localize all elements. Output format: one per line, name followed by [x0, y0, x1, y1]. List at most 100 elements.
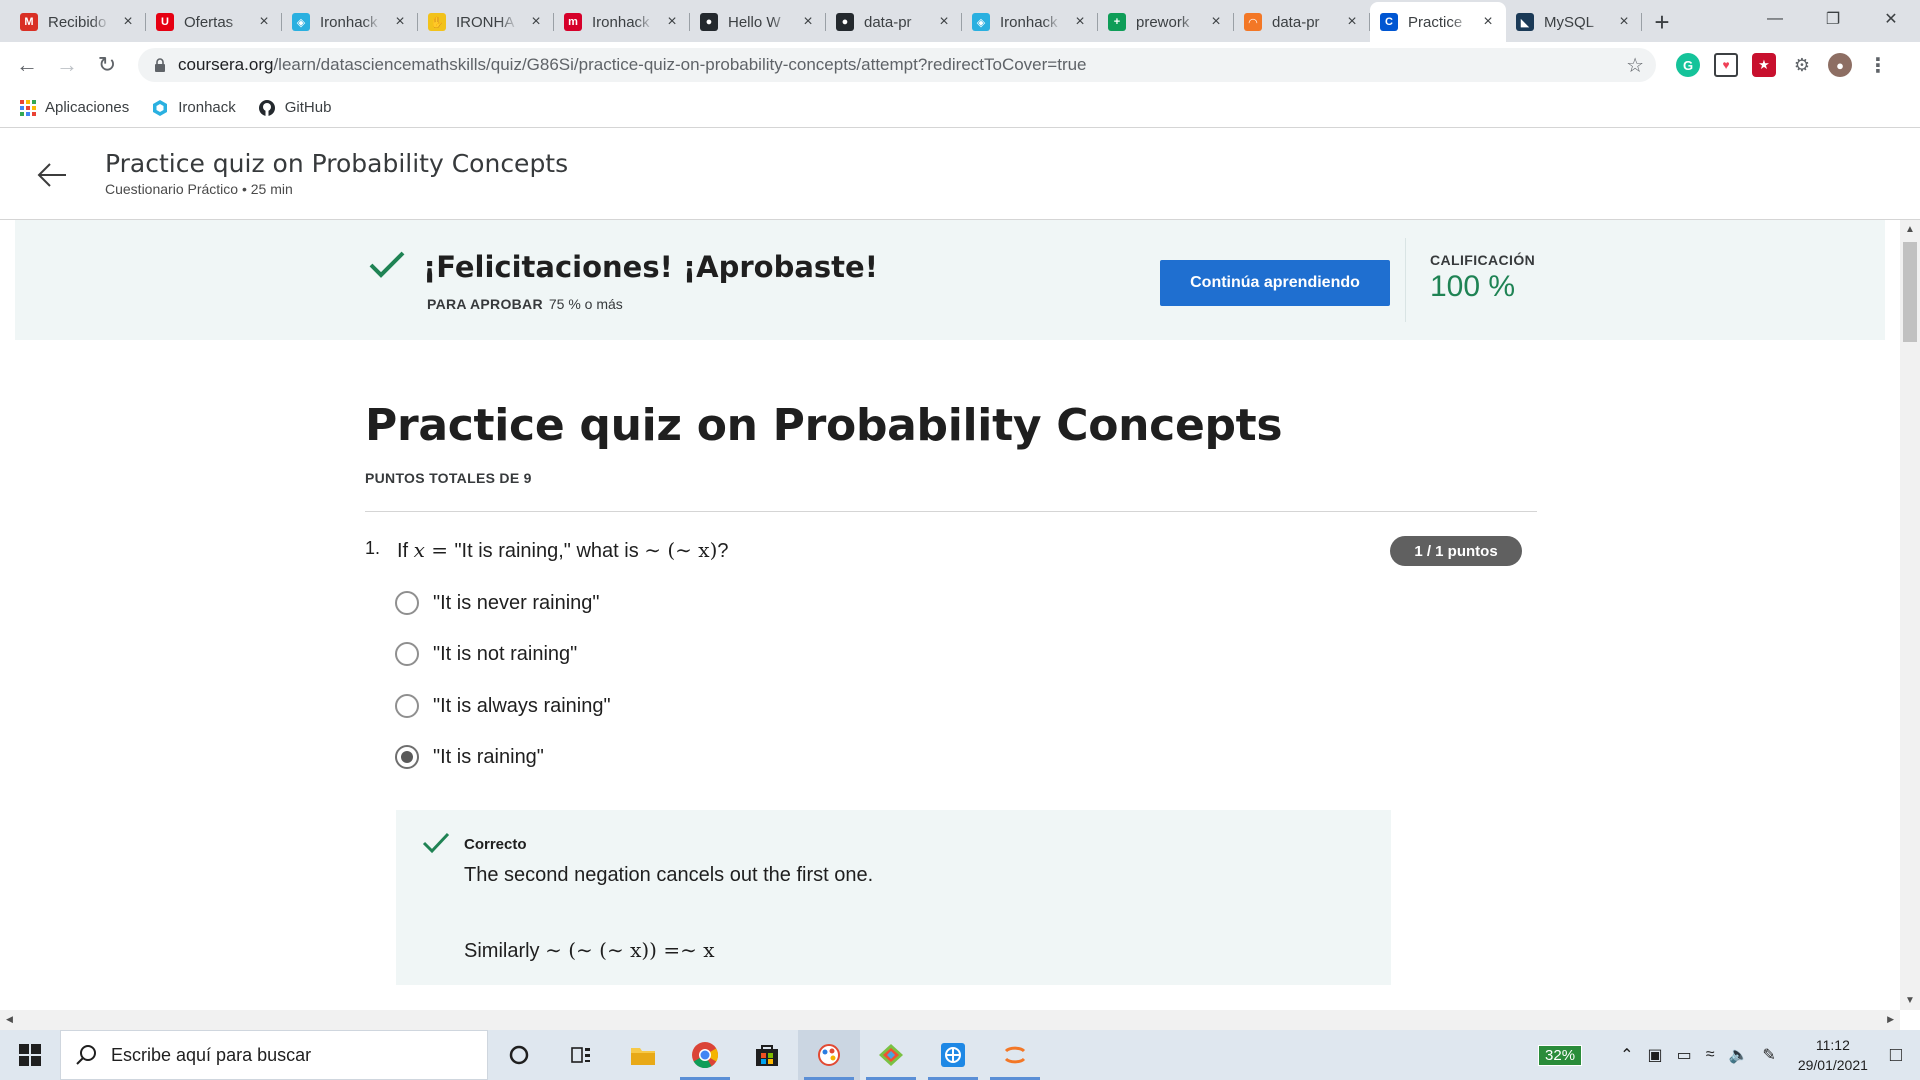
- answer-option[interactable]: "It is not raining": [395, 642, 577, 666]
- address-bar[interactable]: coursera.org/learn/datasciencemathskills…: [138, 48, 1656, 82]
- browser-tab[interactable]: ◣ MySQL ×: [1506, 2, 1642, 42]
- paint-app-icon[interactable]: [798, 1030, 860, 1080]
- close-tab-icon[interactable]: ×: [256, 13, 272, 30]
- close-tab-icon[interactable]: ×: [1344, 13, 1360, 30]
- shield-extension-icon[interactable]: ★: [1752, 53, 1776, 77]
- tab-label: Practice: [1408, 13, 1463, 31]
- close-tab-icon[interactable]: ×: [1480, 13, 1496, 30]
- file-explorer-icon[interactable]: [612, 1030, 674, 1080]
- minimize-icon[interactable]: —: [1746, 0, 1804, 38]
- scroll-up-icon[interactable]: ▲: [1905, 224, 1915, 235]
- browser-tab-strip: M Recibido × U Ofertas × ◈ Ironhack × ✋ IRONHA × m Ir…: [0, 0, 1920, 42]
- pocket-icon[interactable]: ♥: [1714, 53, 1738, 77]
- browser-tab[interactable]: ✋ IRONHA ×: [418, 2, 554, 42]
- hand-icon: ✋: [428, 13, 446, 31]
- answer-option[interactable]: "It is never raining": [395, 591, 600, 615]
- forward-arrow-icon[interactable]: →: [50, 48, 84, 82]
- scroll-right-icon[interactable]: ▶: [1887, 1014, 1894, 1025]
- new-tab-button[interactable]: +: [1642, 2, 1682, 42]
- windows-start-icon[interactable]: [0, 1030, 60, 1080]
- tab-label: data-pr: [864, 13, 912, 31]
- puzzle-icon[interactable]: ⚙: [1790, 53, 1814, 77]
- browser-tab[interactable]: + prework ×: [1098, 2, 1234, 42]
- radio-button[interactable]: [395, 591, 419, 615]
- tab-label: Recibido: [48, 13, 107, 31]
- chevron-up-icon[interactable]: ⌃: [1620, 1045, 1633, 1065]
- volume-icon[interactable]: 🔈: [1729, 1045, 1749, 1065]
- feedback-panel: Correcto The second negation cancels out…: [396, 810, 1391, 985]
- browser-tab[interactable]: ● data-pr ×: [826, 2, 962, 42]
- bookmark-apps[interactable]: Aplicaciones: [20, 99, 129, 116]
- close-tab-icon[interactable]: ×: [1072, 13, 1088, 30]
- store-icon[interactable]: [736, 1030, 798, 1080]
- close-tab-icon[interactable]: ×: [1208, 13, 1224, 30]
- answer-option-selected[interactable]: "It is raining": [395, 745, 544, 769]
- browser-tab[interactable]: ◈ Ironhack ×: [962, 2, 1098, 42]
- avatar[interactable]: ●: [1828, 53, 1852, 77]
- main-content: ¡Felicitaciones! ¡Aprobaste! PARA APROBA…: [0, 220, 1900, 1010]
- pass-requirement: PARA APROBAR 75 % o más: [427, 296, 623, 312]
- scroll-left-icon[interactable]: ◀: [6, 1014, 13, 1025]
- clock-time: 11:12: [1815, 1037, 1850, 1053]
- close-tab-icon[interactable]: ×: [1616, 13, 1632, 30]
- back-arrow-icon[interactable]: [36, 159, 68, 191]
- notifications-icon[interactable]: □: [1890, 1044, 1902, 1067]
- pen-icon[interactable]: ✎: [1762, 1045, 1775, 1065]
- back-arrow-icon[interactable]: ←: [10, 48, 44, 82]
- uniqlo-icon: U: [156, 13, 174, 31]
- bookmark-github[interactable]: GitHub: [258, 99, 331, 117]
- result-banner: ¡Felicitaciones! ¡Aprobaste! PARA APROBA…: [15, 220, 1885, 340]
- total-points: PUNTOS TOTALES DE 9: [365, 470, 532, 486]
- battery-indicator[interactable]: 32%: [1538, 1044, 1583, 1066]
- cortana-icon[interactable]: [488, 1030, 550, 1080]
- close-tab-icon[interactable]: ×: [120, 13, 136, 30]
- tab-label: prework: [1136, 13, 1190, 31]
- taskbar-search-input[interactable]: Escribe aquí para buscar: [60, 1030, 488, 1080]
- menu-dots-icon[interactable]: ⋮: [1866, 53, 1890, 77]
- close-tab-icon[interactable]: ×: [392, 13, 408, 30]
- radio-button-selected[interactable]: [395, 745, 419, 769]
- reload-icon[interactable]: ↻: [90, 48, 124, 82]
- system-clock[interactable]: 11:12 29/01/2021: [1798, 1035, 1868, 1075]
- question-text: If x = "It is raining," what is ∼ (∼ x)?: [397, 538, 729, 563]
- browser-tab[interactable]: ◠ data-pr ×: [1234, 2, 1370, 42]
- restore-icon[interactable]: ❐: [1804, 0, 1862, 38]
- task-view-icon[interactable]: [550, 1030, 612, 1080]
- windows-taskbar: Escribe aquí para buscar 32% ⌃ ▣ ▭ ≈ 🔈 ✎…: [0, 1030, 1920, 1080]
- browser-tab[interactable]: U Ofertas ×: [146, 2, 282, 42]
- radio-button[interactable]: [395, 694, 419, 718]
- browser-tab[interactable]: M Recibido ×: [10, 2, 146, 42]
- close-tab-icon[interactable]: ×: [528, 13, 544, 30]
- check-icon: [369, 251, 405, 278]
- chrome-icon[interactable]: [674, 1030, 736, 1080]
- scrollbar-thumb[interactable]: [1903, 242, 1917, 342]
- scroll-down-icon[interactable]: ▼: [1905, 995, 1915, 1006]
- close-tab-icon[interactable]: ×: [664, 13, 680, 30]
- close-tab-icon[interactable]: ×: [800, 13, 816, 30]
- git-app-icon[interactable]: [860, 1030, 922, 1080]
- browser-tab[interactable]: m Ironhack ×: [554, 2, 690, 42]
- github-icon: ●: [836, 13, 854, 31]
- pass-label: PARA APROBAR: [427, 296, 543, 312]
- close-tab-icon[interactable]: ×: [936, 13, 952, 30]
- radio-button[interactable]: [395, 642, 419, 666]
- vertical-scrollbar[interactable]: ▲ ▼: [1900, 220, 1920, 1010]
- divider: [1405, 238, 1406, 322]
- answer-option[interactable]: "It is always raining": [395, 694, 611, 718]
- browser-tab[interactable]: ◈ Ironhack ×: [282, 2, 418, 42]
- bookmark-ironhack[interactable]: Ironhack: [151, 99, 236, 117]
- vpn-app-icon[interactable]: [922, 1030, 984, 1080]
- browser-tab[interactable]: C Practice ×: [1370, 2, 1506, 42]
- wifi-icon[interactable]: ≈: [1706, 1046, 1715, 1064]
- bookmark-star-icon[interactable]: ☆: [1626, 53, 1644, 78]
- horizontal-scrollbar[interactable]: ◀ ▶: [0, 1010, 1900, 1030]
- browser-tab[interactable]: ● Hello W ×: [690, 2, 826, 42]
- meet-now-icon[interactable]: ▣: [1647, 1045, 1662, 1065]
- battery-icon[interactable]: ▭: [1677, 1045, 1692, 1065]
- continue-learning-button[interactable]: Continúa aprendiendo: [1160, 260, 1390, 306]
- grammarly-icon[interactable]: G: [1676, 53, 1700, 77]
- m-icon: m: [564, 13, 582, 31]
- close-window-icon[interactable]: ✕: [1862, 0, 1920, 38]
- tab-label: Hello W: [728, 13, 781, 31]
- jupyter-icon[interactable]: [984, 1030, 1046, 1080]
